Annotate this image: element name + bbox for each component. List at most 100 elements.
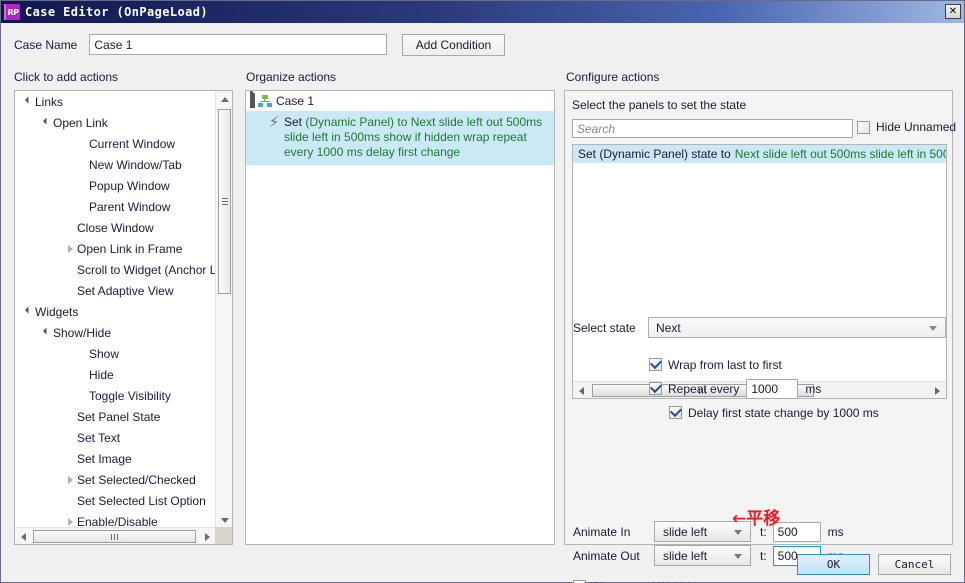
- tree-item-label: Set Selected/Checked: [77, 472, 196, 487]
- add-condition-button[interactable]: Add Condition: [402, 34, 505, 56]
- case-name-label: Case Name: [14, 37, 78, 52]
- hide-unnamed-checkbox[interactable]: [857, 120, 870, 134]
- wrap-checkbox[interactable]: [649, 358, 662, 371]
- scroll-right-icon[interactable]: [929, 382, 946, 398]
- column-header-add-actions: Click to add actions: [14, 70, 119, 84]
- chevron-down-icon: [734, 554, 742, 559]
- tree-twisty-closed-icon[interactable]: [63, 517, 77, 526]
- tree-item-label: Set Image: [77, 451, 132, 466]
- tree-item-label: Open Link in Frame: [77, 241, 183, 256]
- tree-twisty-open-icon[interactable]: [39, 327, 53, 335]
- state-options-group: Wrap from last to first Repeat every ms …: [649, 355, 879, 427]
- tree-item[interactable]: Widgets: [15, 301, 215, 322]
- tree-item[interactable]: Set Adaptive View: [15, 280, 215, 301]
- case-name-input[interactable]: [89, 34, 388, 55]
- tree-item[interactable]: Enable/Disable: [15, 511, 215, 528]
- tree-item[interactable]: Set Selected List Option: [15, 490, 215, 511]
- tree-item-label: Show/Hide: [53, 325, 112, 340]
- action-tree-panel: Links Open Link Current Window New Window/T…: [14, 90, 233, 545]
- animate-in-label: Animate In: [573, 524, 631, 539]
- tree-item-label: Popup Window: [89, 178, 170, 193]
- hide-unnamed-checkbox-row[interactable]: Hide Unnamed: [857, 120, 956, 134]
- window-titlebar: RP Case Editor (OnPageLoad) ✕: [1, 1, 964, 23]
- tree-item-label: Scroll to Widget (Anchor Link: [77, 262, 215, 277]
- tree-item-label: New Window/Tab: [89, 157, 182, 172]
- close-icon[interactable]: ✕: [945, 4, 961, 19]
- tree-item[interactable]: Open Link: [15, 112, 215, 133]
- tree-horizontal-scrollbar[interactable]: [15, 527, 215, 544]
- cancel-button[interactable]: Cancel: [878, 554, 951, 575]
- delay-option-row[interactable]: Delay first state change by 1000 ms: [669, 403, 879, 422]
- tree-item-label: Enable/Disable: [77, 514, 158, 529]
- chevron-down-icon: [734, 530, 742, 535]
- tree-item[interactable]: Show: [15, 343, 215, 364]
- show-panel-if-hidden-row[interactable]: Show panel if hidden: [573, 577, 703, 583]
- tree-item[interactable]: Current Window: [15, 133, 215, 154]
- tree-item[interactable]: Links: [15, 91, 215, 112]
- tree-item[interactable]: Toggle Visibility: [15, 385, 215, 406]
- tree-horizontal-scroll-thumb[interactable]: [33, 530, 196, 543]
- organize-case-node[interactable]: Case 1: [246, 91, 554, 111]
- scroll-up-icon[interactable]: [216, 91, 232, 107]
- panel-behavior-options: Show panel if hidden Push/Pull Widgets: [573, 577, 703, 583]
- panel-list-item[interactable]: Set (Dynamic Panel) state to Next slide …: [573, 145, 946, 163]
- animate-out-duration-label: t:: [760, 548, 767, 563]
- action-tree-list: Links Open Link Current Window New Window/T…: [15, 91, 215, 528]
- tree-twisty-open-icon[interactable]: [39, 117, 53, 125]
- wrap-option-row[interactable]: Wrap from last to first: [649, 355, 879, 374]
- chevron-down-icon: [929, 326, 937, 331]
- tree-item[interactable]: Scroll to Widget (Anchor Link: [15, 259, 215, 280]
- repeat-label: Repeat every: [668, 381, 740, 396]
- tree-item[interactable]: Set Image: [15, 448, 215, 469]
- repeat-checkbox[interactable]: [649, 382, 662, 395]
- tree-item[interactable]: Close Window: [15, 217, 215, 238]
- tree-item[interactable]: Popup Window: [15, 175, 215, 196]
- tree-vertical-scrollbar[interactable]: [215, 91, 232, 528]
- tree-item-label: Hide: [89, 367, 114, 382]
- tree-item[interactable]: Set Selected/Checked: [15, 469, 215, 490]
- delay-label: Delay first state change by 1000 ms: [688, 405, 879, 420]
- search-input[interactable]: [572, 119, 853, 138]
- rp-logo-icon: RP: [4, 4, 20, 20]
- tree-twisty-open-icon[interactable]: [21, 96, 35, 104]
- tree-twisty-closed-icon[interactable]: [63, 475, 77, 484]
- organize-action-item[interactable]: ⚡ Set (Dynamic Panel) to Next slide left…: [246, 111, 554, 165]
- scroll-right-icon[interactable]: [199, 528, 215, 544]
- repeat-interval-input[interactable]: [746, 378, 799, 399]
- tree-item-label: Toggle Visibility: [89, 388, 171, 403]
- tree-item[interactable]: Parent Window: [15, 196, 215, 217]
- organize-action-prefix: Set: [284, 115, 303, 129]
- animate-out-easing-dropdown[interactable]: slide left: [654, 545, 751, 566]
- tree-twisty-closed-icon[interactable]: [63, 244, 77, 253]
- scroll-left-icon[interactable]: [15, 528, 31, 544]
- show-panel-if-hidden-label: Show panel if hidden: [592, 580, 703, 583]
- repeat-option-row[interactable]: Repeat every ms: [649, 378, 879, 399]
- organize-action-detail: (Dynamic Panel) to Next slide left out 5…: [284, 115, 543, 159]
- select-state-dropdown[interactable]: Next: [648, 317, 946, 338]
- ok-button[interactable]: OK: [797, 554, 870, 575]
- column-header-organize-actions: Organize actions: [246, 70, 337, 84]
- tree-item[interactable]: Show/Hide: [15, 322, 215, 343]
- animate-in-unit-label: ms: [827, 524, 844, 539]
- select-state-value: Next: [656, 320, 681, 335]
- animate-in-easing-value: slide left: [663, 524, 708, 539]
- case-name-row: Case Name: [14, 34, 388, 55]
- scroll-left-icon[interactable]: [573, 382, 590, 398]
- tree-item-label: Widgets: [35, 304, 79, 319]
- tree-twisty-open-icon[interactable]: [21, 306, 35, 314]
- tree-item[interactable]: New Window/Tab: [15, 154, 215, 175]
- delay-checkbox[interactable]: [669, 406, 682, 419]
- tree-item[interactable]: Hide: [15, 364, 215, 385]
- tree-twisty-open-icon[interactable]: [250, 91, 255, 108]
- panel-list-item-prefix: Set (Dynamic Panel) state to: [578, 147, 731, 161]
- tree-vertical-scroll-thumb[interactable]: [218, 109, 231, 294]
- tree-item[interactable]: Open Link in Frame: [15, 238, 215, 259]
- tree-item-label: Set Text: [77, 430, 121, 445]
- tree-item[interactable]: Set Panel State: [15, 406, 215, 427]
- animate-in-row: Animate In slide left t: ms: [573, 521, 844, 542]
- tree-item-label: Set Selected List Option: [77, 493, 206, 508]
- scroll-down-icon[interactable]: [216, 512, 232, 528]
- tree-item[interactable]: Set Text: [15, 427, 215, 448]
- lightning-bolt-icon: ⚡: [268, 113, 280, 131]
- wrap-label: Wrap from last to first: [668, 357, 782, 372]
